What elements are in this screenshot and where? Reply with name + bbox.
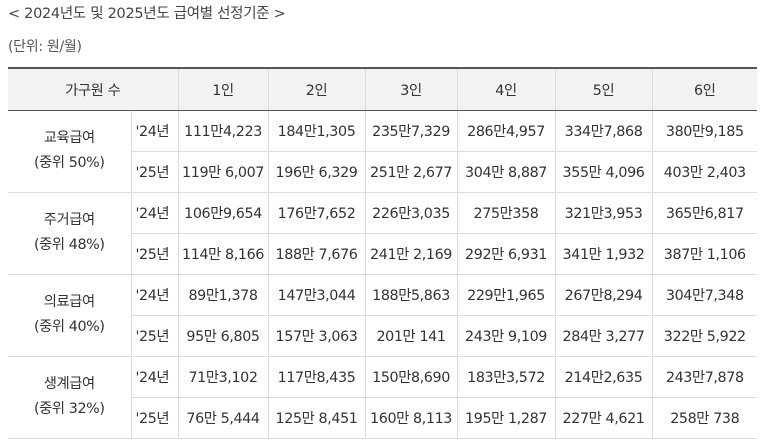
amount-cell: 157만 3,063 — [267, 314, 366, 357]
year-label: '24년 — [130, 355, 179, 398]
unit-label: (단위: 원/월) — [8, 39, 82, 55]
header-size-3: 3인 — [364, 67, 458, 111]
amount-cell: 322만 5,922 — [651, 314, 758, 357]
amount-cell: 355만 4,096 — [554, 150, 653, 193]
amount-cell: 229만1,965 — [456, 273, 556, 316]
amount-cell: 76만 5,444 — [177, 396, 269, 439]
amount-cell: 214만2,635 — [554, 355, 653, 398]
table-row: 생계급여 (중위 32%) '24년 71만3,102 117만8,435 150만8,6… — [8, 355, 758, 439]
amount-cell: 196만 6,329 — [267, 150, 366, 193]
year-label: '25년 — [130, 396, 179, 439]
year-label: '25년 — [130, 314, 179, 357]
amount-cell: 188만 7,676 — [267, 232, 366, 275]
amount-cell: 235만7,329 — [364, 110, 458, 152]
amount-cell: 403만 2,403 — [651, 150, 758, 193]
amount-cell: 341만 1,932 — [554, 232, 653, 275]
amount-cell: 117만8,435 — [267, 355, 366, 398]
amount-cell: 251만 2,677 — [364, 150, 458, 193]
amount-cell: 226만3,035 — [364, 191, 458, 234]
amount-cell: 119만 6,007 — [177, 150, 269, 193]
table-body: 교육급여 (중위 50%) '24년 111만4,223 184만1,305 235만7,… — [8, 110, 758, 439]
table-row: 의료급여 (중위 40%) '24년 89만1,378 147만3,044 188만5,8… — [8, 273, 758, 357]
amount-cell: 304만 8,887 — [456, 150, 556, 193]
year-label: '25년 — [130, 232, 179, 275]
year-label: '25년 — [130, 150, 179, 193]
amount-cell: 106만9,654 — [177, 191, 269, 234]
amount-cell: 334만7,868 — [554, 110, 653, 152]
amount-cell: 150만8,690 — [364, 355, 458, 398]
header-size-6: 6인 — [651, 67, 758, 111]
amount-cell: 243만 9,109 — [456, 314, 556, 357]
table-title: < 2024년도 및 2025년도 급여별 선정기준 > — [8, 6, 286, 22]
year-label: '24년 — [130, 191, 179, 234]
header-size-2: 2인 — [267, 67, 366, 111]
amount-cell: 89만1,378 — [177, 273, 269, 316]
benefit-category: 의료급여 (중위 40%) — [8, 273, 132, 357]
header-household: 가구원 수 — [8, 67, 179, 111]
benefit-median: (중위 50%) — [33, 155, 105, 171]
table-row: 주거급여 (중위 48%) '24년 106만9,654 176만7,652 226만3,… — [8, 191, 758, 275]
amount-cell: 111만4,223 — [177, 110, 269, 152]
amount-cell: 147만3,044 — [267, 273, 366, 316]
amount-cell: 275만358 — [456, 191, 556, 234]
amount-cell: 95만 6,805 — [177, 314, 269, 357]
amount-cell: 286만4,957 — [456, 110, 556, 152]
benefit-median: (중위 32%) — [33, 401, 105, 417]
amount-cell: 365만6,817 — [651, 191, 758, 234]
amount-cell: 184만1,305 — [267, 110, 366, 152]
amount-cell: 183만3,572 — [456, 355, 556, 398]
amount-cell: 380만9,185 — [651, 110, 758, 152]
amount-cell: 304만7,348 — [651, 273, 758, 316]
amount-cell: 160만 8,113 — [364, 396, 458, 439]
amount-cell: 176만7,652 — [267, 191, 366, 234]
amount-cell: 267만8,294 — [554, 273, 653, 316]
amount-cell: 125만 8,451 — [267, 396, 366, 439]
year-label: '24년 — [130, 110, 179, 152]
year-label: '24년 — [130, 273, 179, 316]
amount-cell: 241만 2,169 — [364, 232, 458, 275]
benefit-name: 생계급여 — [43, 376, 95, 392]
criteria-table: 가구원 수 1인 2인 3인 4인 5인 6인 교육급여 (중위 50%) '24년… — [8, 67, 758, 439]
benefit-name: 교육급여 — [43, 130, 95, 146]
amount-cell: 195만 1,287 — [456, 396, 556, 439]
header-size-1: 1인 — [177, 67, 269, 111]
header-size-4: 4인 — [456, 67, 556, 111]
benefit-median: (중위 48%) — [33, 237, 105, 253]
benefit-name: 의료급여 — [43, 294, 95, 310]
table-row: 교육급여 (중위 50%) '24년 111만4,223 184만1,305 235만7,… — [8, 110, 758, 193]
benefit-median: (중위 40%) — [33, 319, 105, 335]
amount-cell: 243만7,878 — [651, 355, 758, 398]
amount-cell: 258만 738 — [651, 396, 758, 439]
amount-cell: 188만5,863 — [364, 273, 458, 316]
amount-cell: 227만 4,621 — [554, 396, 653, 439]
benefit-name: 주거급여 — [43, 212, 95, 228]
amount-cell: 284만 3,277 — [554, 314, 653, 357]
amount-cell: 201만 141 — [364, 314, 458, 357]
amount-cell: 114만 8,166 — [177, 232, 269, 275]
amount-cell: 292만 6,931 — [456, 232, 556, 275]
amount-cell: 387만 1,106 — [651, 232, 758, 275]
benefit-category: 생계급여 (중위 32%) — [8, 355, 132, 439]
header-row: 가구원 수 1인 2인 3인 4인 5인 6인 — [8, 67, 758, 111]
amount-cell: 71만3,102 — [177, 355, 269, 398]
amount-cell: 321만3,953 — [554, 191, 653, 234]
benefit-category: 교육급여 (중위 50%) — [8, 110, 132, 193]
header-size-5: 5인 — [554, 67, 653, 111]
benefit-category: 주거급여 (중위 48%) — [8, 191, 132, 275]
